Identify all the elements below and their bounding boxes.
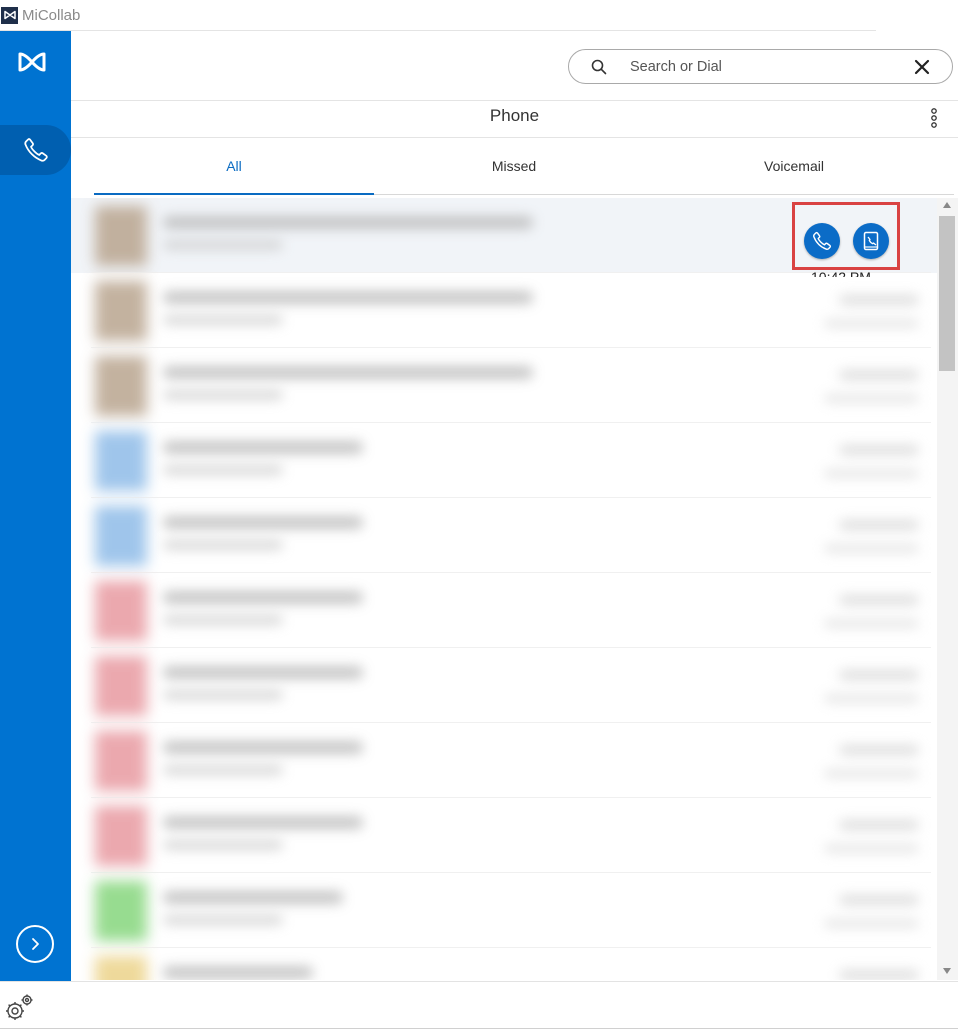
sidebar-item-phone[interactable]: [0, 125, 71, 175]
avatar: [95, 281, 147, 341]
tab-voicemail[interactable]: Voicemail: [654, 138, 934, 194]
call-date: [824, 844, 919, 853]
bottom-bar: [0, 981, 958, 1029]
list-item[interactable]: [71, 948, 937, 980]
call-detail: [163, 465, 283, 475]
avatar: [95, 206, 147, 266]
list-item[interactable]: [71, 273, 937, 348]
call-detail: [163, 615, 283, 625]
call-date: [824, 619, 919, 628]
settings-gear-icon[interactable]: [3, 992, 35, 1024]
contact-name: [163, 666, 363, 679]
call-date: [824, 544, 919, 553]
call-time: [839, 745, 919, 755]
list-item[interactable]: [71, 873, 937, 948]
avatar: [95, 956, 147, 980]
call-date: [824, 769, 919, 778]
avatar: [95, 506, 147, 566]
call-time: [839, 970, 919, 980]
call-date: [824, 394, 919, 403]
phone-icon: [23, 138, 48, 162]
call-time: [839, 295, 919, 305]
call-time: [839, 820, 919, 830]
expand-sidebar-button[interactable]: [16, 925, 54, 963]
scroll-up-arrow-icon[interactable]: [943, 202, 951, 208]
call-date: [824, 469, 919, 478]
highlight-box: [792, 202, 900, 270]
search-box: [568, 49, 953, 84]
micollab-logo-icon[interactable]: [17, 51, 47, 73]
avatar: [95, 881, 147, 941]
call-time: [839, 445, 919, 455]
call-time: [839, 520, 919, 530]
window-titlebar: MiCollab: [0, 0, 876, 31]
chevron-right-icon: [32, 938, 39, 950]
call-date: [824, 919, 919, 928]
search-input[interactable]: [630, 58, 880, 75]
avatar: [95, 581, 147, 641]
contact-name: [163, 291, 533, 304]
avatar: [95, 656, 147, 716]
avatar: [95, 431, 147, 491]
search-icon: [591, 59, 607, 74]
close-icon[interactable]: [914, 59, 930, 75]
contact-name: [163, 741, 363, 754]
call-time: [839, 595, 919, 605]
contact-name: [163, 816, 363, 829]
call-detail: [163, 690, 283, 700]
contact-name: [163, 966, 313, 979]
call-detail: [163, 240, 283, 250]
list-item[interactable]: [71, 348, 937, 423]
avatar: [95, 731, 147, 791]
tab-all[interactable]: All: [94, 138, 374, 195]
avatar: [95, 806, 147, 866]
call-date: [824, 694, 919, 703]
contact-name: [163, 591, 363, 604]
call-detail: [163, 315, 283, 325]
call-detail: [163, 765, 283, 775]
contact-name: [163, 216, 533, 229]
scroll-down-arrow-icon[interactable]: [943, 968, 951, 974]
call-time: [839, 370, 919, 380]
call-detail: [163, 840, 283, 850]
avatar: [95, 356, 147, 416]
list-item[interactable]: [71, 498, 937, 573]
list-item[interactable]: [71, 798, 937, 873]
call-detail: [163, 915, 283, 925]
divider: [71, 100, 958, 101]
call-detail: [163, 540, 283, 550]
call-time: [839, 895, 919, 905]
micollab-logo-icon: [1, 6, 18, 24]
contact-name: [163, 441, 363, 454]
contact-name: [163, 516, 363, 529]
scrollbar-thumb[interactable]: [939, 216, 955, 371]
tab-bar: All Missed Voicemail: [94, 138, 954, 195]
sidebar: [0, 31, 71, 981]
contact-name: [163, 891, 343, 904]
tab-missed[interactable]: Missed: [374, 138, 654, 194]
call-date: [824, 319, 919, 328]
call-time: [839, 670, 919, 680]
more-options-icon[interactable]: [928, 107, 940, 129]
window-title: MiCollab: [22, 6, 81, 24]
list-item[interactable]: [71, 573, 937, 648]
call-detail: [163, 390, 283, 400]
page-title: Phone: [489, 106, 540, 125]
list-item[interactable]: [71, 423, 937, 498]
call-history-list: [71, 198, 937, 980]
contact-name: [163, 366, 533, 379]
scrollbar[interactable]: [937, 198, 958, 980]
list-item[interactable]: [71, 723, 937, 798]
list-item[interactable]: [71, 648, 937, 723]
